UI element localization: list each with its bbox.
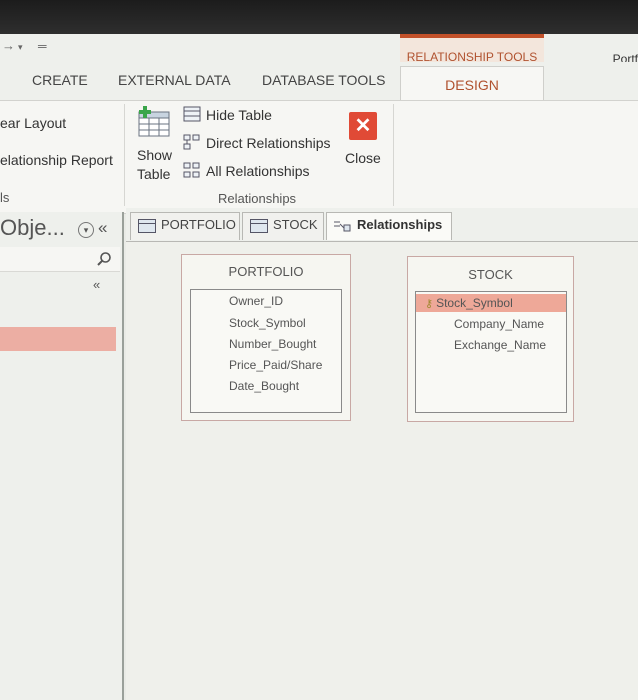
doc-tab-portfolio[interactable]: PORTFOLIO <box>130 212 240 240</box>
tab-database-tools[interactable]: DATABASE TOOLS <box>262 72 385 88</box>
tab-create[interactable]: CREATE <box>32 72 88 88</box>
quick-access-toolbar: → ▾ ═ <box>0 34 400 62</box>
nav-pane-title[interactable]: Obje... <box>0 215 65 241</box>
doc-tab-relationships[interactable]: Relationships <box>326 212 452 240</box>
direct-relationships-icon[interactable] <box>183 134 201 155</box>
close-button-label[interactable]: Close <box>345 150 381 166</box>
all-relationships-icon[interactable] <box>183 162 201 183</box>
portfolio-table-title: PORTFOLIO <box>228 264 304 279</box>
relationships-group-label: Relationships <box>218 191 297 206</box>
relationships-icon <box>334 221 351 232</box>
nav-search-bar[interactable] <box>0 247 120 272</box>
show-table-label-line1[interactable]: Show <box>137 147 172 163</box>
stock-table-title: STOCK <box>468 267 513 282</box>
hide-table-icon[interactable] <box>183 106 201 127</box>
doc-tab-portfolio-label: PORTFOLIO <box>161 217 236 232</box>
field-price-paid-share[interactable]: Price_Paid/Share <box>191 358 341 372</box>
search-icon[interactable] <box>96 251 112 267</box>
stock-field-list[interactable]: ⚷ Stock_Symbol Company_Name Exchange_Name <box>415 291 567 413</box>
field-stock-symbol-pk[interactable]: ⚷ Stock_Symbol <box>416 294 566 312</box>
tools-group-label: ls <box>0 190 10 205</box>
doc-tab-stock[interactable]: STOCK <box>242 212 324 240</box>
portfolio-table-box[interactable]: PORTFOLIO Owner_ID Stock_Symbol Number_B… <box>181 254 351 421</box>
field-exchange-name[interactable]: Exchange_Name <box>416 338 566 352</box>
doc-tab-stock-label: STOCK <box>273 217 318 232</box>
qat-dropdown-icon[interactable]: ▾ <box>18 42 23 53</box>
portfolio-field-list[interactable]: Owner_ID Stock_Symbol Number_Bought Pric… <box>190 289 342 413</box>
field-company-name[interactable]: Company_Name <box>416 317 566 331</box>
close-icon[interactable]: ✕ <box>349 112 377 140</box>
chevron-up-icon[interactable]: « <box>93 277 100 292</box>
ribbon-clear-layout[interactable]: ear Layout <box>0 115 66 131</box>
nav-pane-collapse-icon[interactable]: « <box>98 218 107 238</box>
tab-design[interactable]: DESIGN <box>400 66 544 101</box>
tab-external-data[interactable]: EXTERNAL DATA <box>118 72 231 88</box>
field-number-bought[interactable]: Number_Bought <box>191 337 341 351</box>
hide-table-button[interactable]: Hide Table <box>206 107 272 123</box>
window-top-strip <box>0 0 638 34</box>
ribbon-divider-end <box>393 104 394 206</box>
table-icon <box>138 219 156 233</box>
ribbon-relationship-report[interactable]: elationship Report <box>0 152 113 168</box>
stock-table-box[interactable]: STOCK ⚷ Stock_Symbol Company_Name Exchang… <box>407 256 574 422</box>
field-stock-symbol[interactable]: Stock_Symbol <box>191 316 341 330</box>
navigation-pane <box>0 212 124 700</box>
field-owner-id[interactable]: Owner_ID <box>191 294 341 308</box>
nav-selected-item[interactable] <box>0 327 116 351</box>
direct-relationships-button[interactable]: Direct Relationships <box>206 135 331 151</box>
redo-icon[interactable]: → <box>2 38 15 53</box>
nav-pane-dropdown-icon[interactable]: ▾ <box>78 222 94 238</box>
show-table-label-line2[interactable]: Table <box>137 166 170 182</box>
show-table-icon[interactable] <box>137 106 171 143</box>
table-icon <box>250 219 268 233</box>
ribbon-divider <box>124 104 125 206</box>
field-stock-symbol-label: Stock_Symbol <box>436 296 513 310</box>
field-date-bought[interactable]: Date_Bought <box>191 379 341 393</box>
primary-key-icon: ⚷ <box>425 298 434 310</box>
all-relationships-button[interactable]: All Relationships <box>206 163 310 179</box>
doc-tab-relationships-label: Relationships <box>357 217 443 232</box>
customize-qat-icon[interactable]: ═ <box>38 39 47 53</box>
